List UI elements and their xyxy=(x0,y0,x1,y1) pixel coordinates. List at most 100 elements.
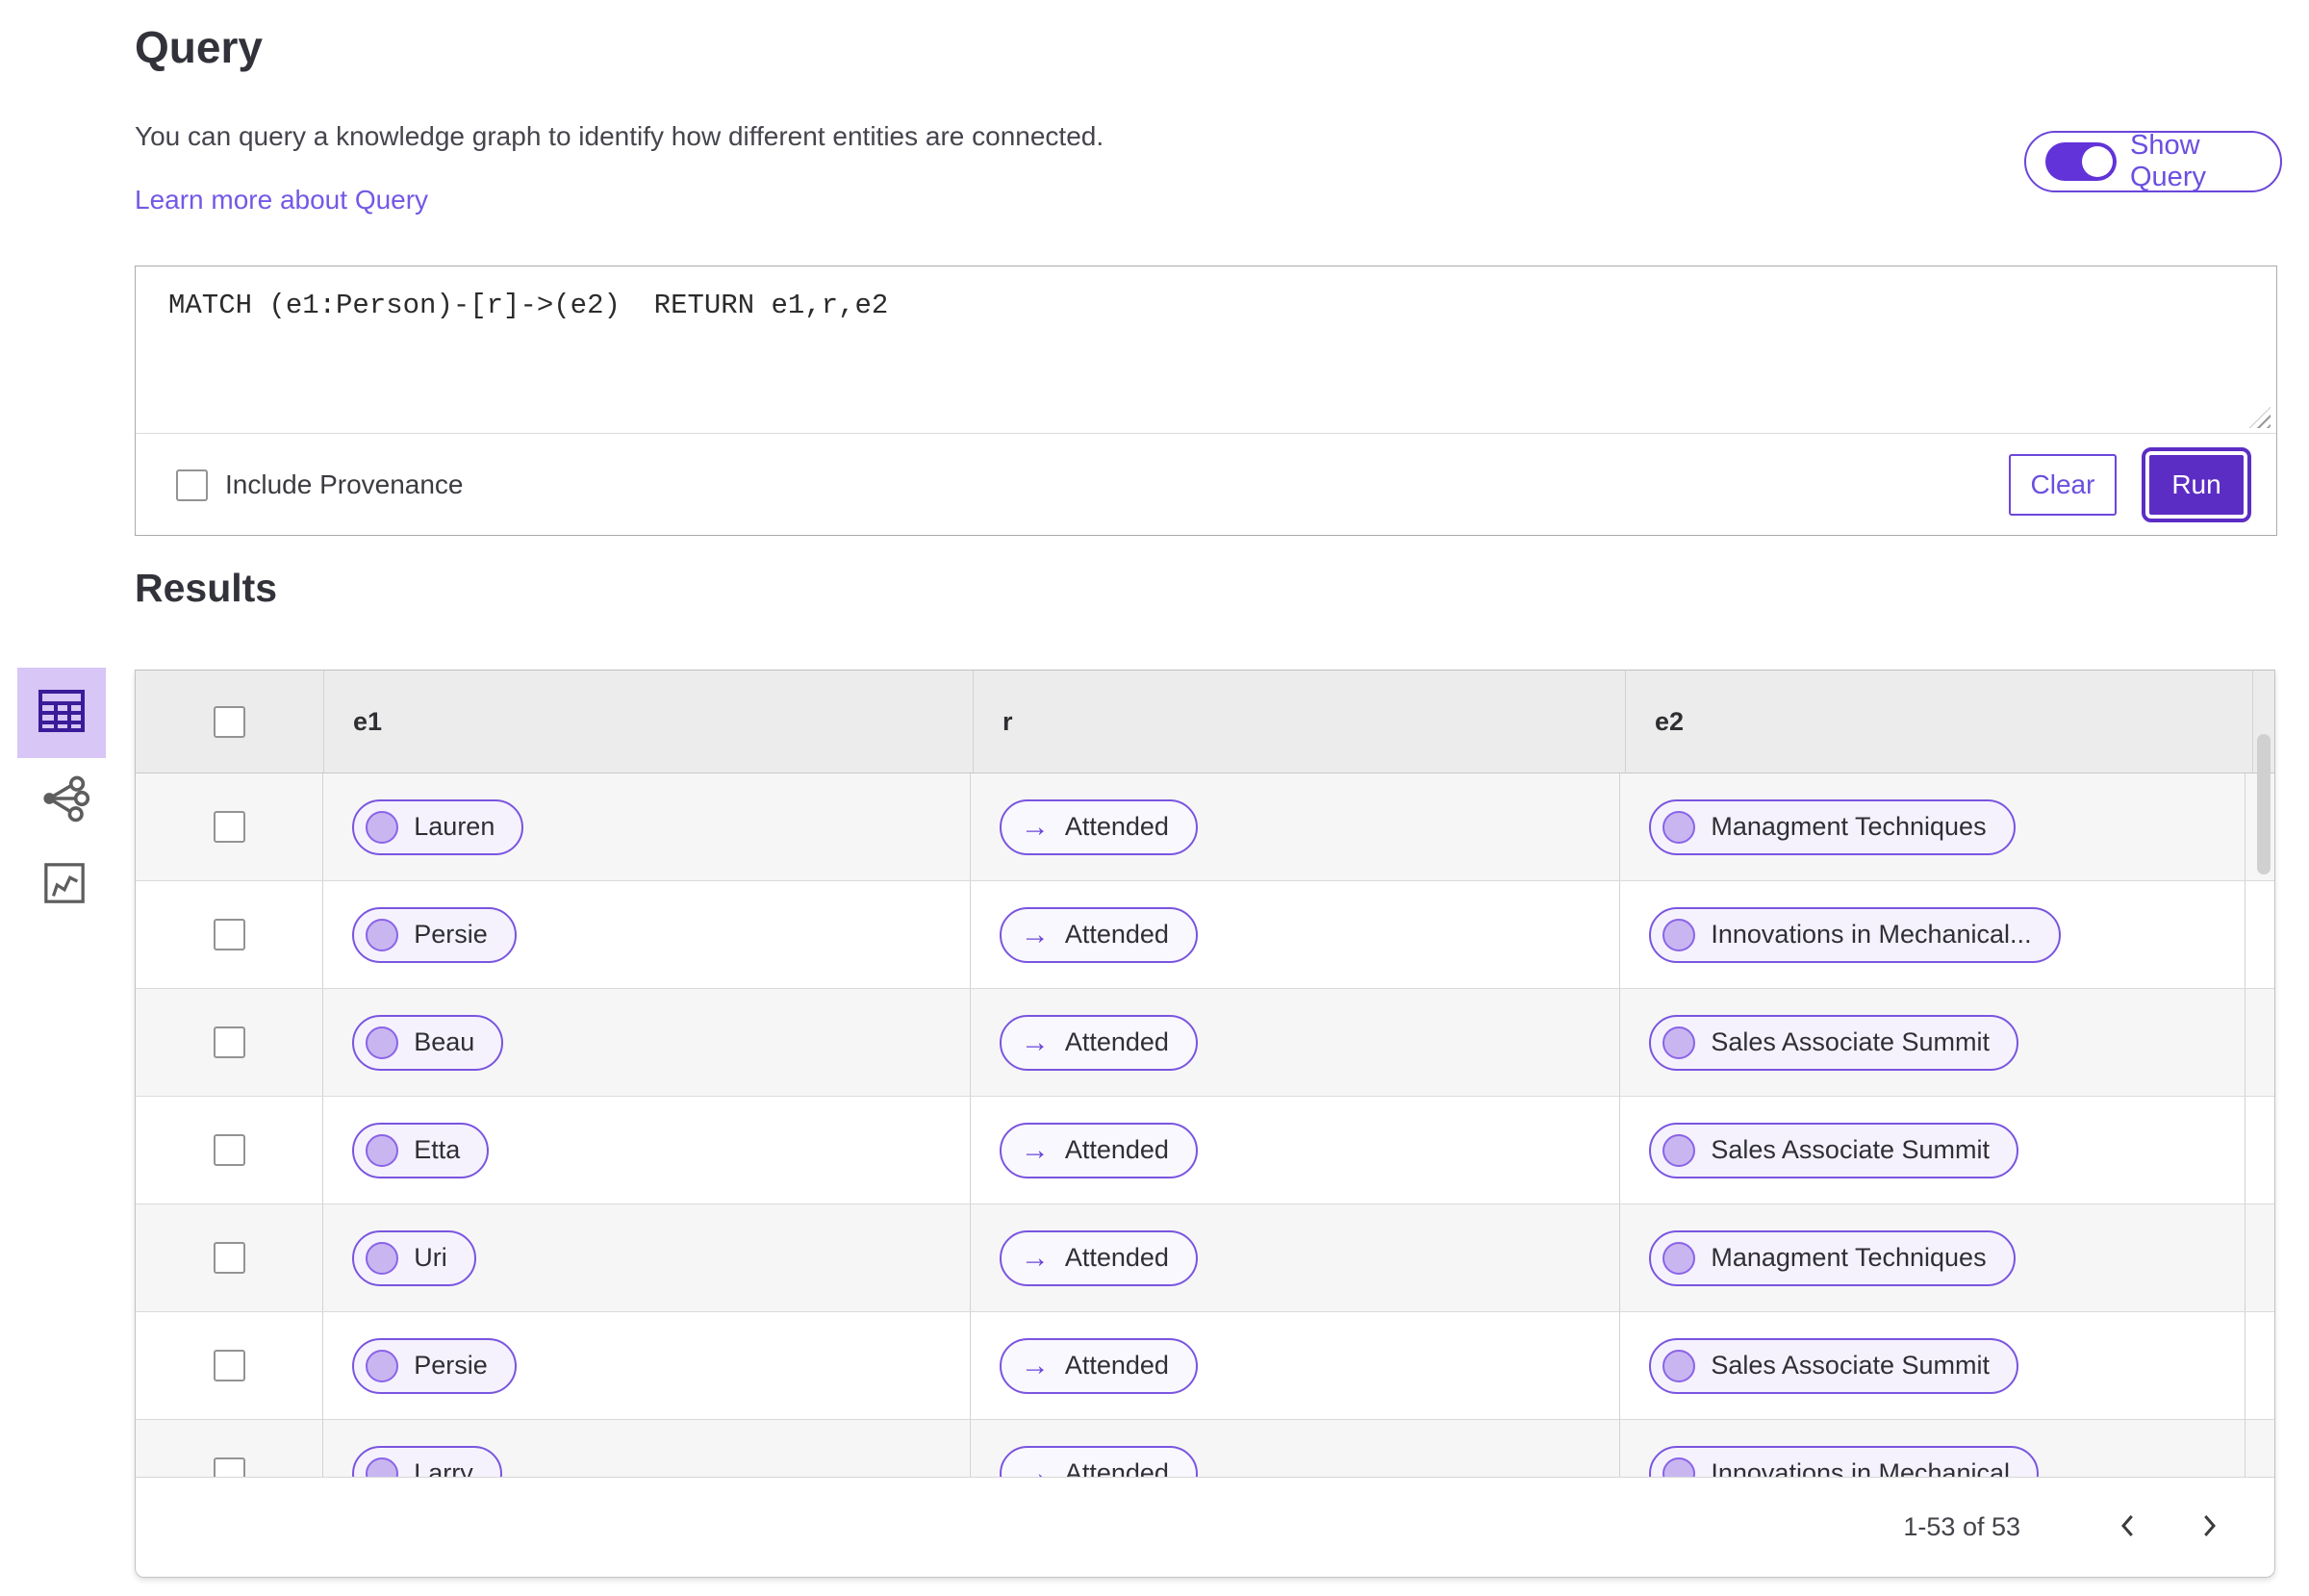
row-gutter xyxy=(2245,1312,2274,1419)
arrow-right-icon: → xyxy=(1020,1026,1050,1058)
table-row: Persie → Attended Sales Associate Summit xyxy=(136,1312,2274,1420)
entity-label: Managment Techniques xyxy=(1711,812,1987,841)
table-icon xyxy=(38,689,86,738)
relation-label: Attended xyxy=(1064,812,1169,841)
relation-label: Attended xyxy=(1064,1135,1169,1164)
row-gutter xyxy=(2245,989,2274,1096)
entity-label: Sales Associate Summit xyxy=(1711,1351,1990,1380)
entity-node-icon xyxy=(366,1026,399,1059)
select-all-checkbox[interactable] xyxy=(214,705,245,738)
chart-view-button[interactable] xyxy=(40,860,89,908)
relation-label: Attended xyxy=(1064,920,1169,949)
relation-pill[interactable]: → Attended xyxy=(999,1229,1198,1286)
toggle-switch-icon[interactable] xyxy=(2045,142,2117,181)
arrow-right-icon: → xyxy=(1020,1241,1050,1274)
clear-button[interactable]: Clear xyxy=(2009,454,2117,516)
entity-pill-e1[interactable]: Persie xyxy=(352,1337,517,1394)
row-gutter xyxy=(2245,881,2274,988)
entity-pill-e1[interactable]: Uri xyxy=(352,1229,476,1286)
table-view-button[interactable] xyxy=(17,668,106,758)
entity-pill-e2[interactable]: Sales Associate Summit xyxy=(1649,1122,2018,1178)
table-header: e1 r e2 xyxy=(136,671,2274,773)
arrow-right-icon: → xyxy=(1020,1349,1050,1381)
table-row: Beau → Attended Sales Associate Summit xyxy=(136,989,2274,1097)
relation-label: Attended xyxy=(1064,1243,1169,1272)
row-checkbox[interactable] xyxy=(213,1134,245,1166)
show-query-toggle[interactable]: Show Query xyxy=(2024,130,2282,192)
row-gutter xyxy=(2245,1097,2274,1203)
chevron-left-icon xyxy=(2114,1511,2143,1543)
toggle-knob xyxy=(2082,146,2113,177)
results-title: Results xyxy=(135,566,278,610)
relation-pill[interactable]: → Attended xyxy=(999,1014,1198,1071)
entity-label: Managment Techniques xyxy=(1711,1243,1987,1272)
entity-node-icon xyxy=(1662,918,1696,951)
page-title: Query xyxy=(135,22,263,72)
entity-pill-e2[interactable]: Managment Techniques xyxy=(1649,1229,2016,1286)
relation-pill[interactable]: → Attended xyxy=(999,1337,1198,1394)
pagination-range: 1-53 of 53 xyxy=(1903,1512,2020,1541)
table-row: Persie → Attended Innovations in Mechani… xyxy=(136,881,2274,989)
entity-node-icon xyxy=(1662,1133,1696,1167)
include-provenance-checkbox[interactable] xyxy=(176,469,208,501)
graph-view-button[interactable] xyxy=(37,772,92,827)
run-button[interactable]: Run xyxy=(2142,447,2251,522)
row-checkbox[interactable] xyxy=(213,1242,245,1274)
entity-pill-e1[interactable]: Beau xyxy=(352,1014,504,1071)
query-panel: MATCH (e1:Person)-[r]->(e2) RETURN e1,r,… xyxy=(135,266,2277,536)
entity-pill-e2[interactable]: Sales Associate Summit xyxy=(1649,1014,2018,1071)
row-checkbox[interactable] xyxy=(213,1350,245,1381)
row-checkbox[interactable] xyxy=(213,919,245,950)
entity-label: Persie xyxy=(414,1351,488,1380)
table-row: Uri → Attended Managment Techniques xyxy=(136,1204,2274,1312)
query-editor[interactable]: MATCH (e1:Person)-[r]->(e2) RETURN e1,r,… xyxy=(136,266,2276,434)
entity-node-icon xyxy=(366,810,399,844)
relation-label: Attended xyxy=(1064,1351,1169,1380)
table-scrollbar-thumb[interactable] xyxy=(2257,734,2271,874)
entity-label: Uri xyxy=(414,1243,447,1272)
entity-pill-e2[interactable]: Managment Techniques xyxy=(1649,798,2016,855)
row-checkbox[interactable] xyxy=(213,811,245,843)
next-page-button[interactable] xyxy=(2188,1507,2230,1549)
entity-pill-e2[interactable]: Sales Associate Summit xyxy=(1649,1337,2018,1394)
arrow-right-icon: → xyxy=(1020,810,1050,843)
entity-pill-e1[interactable]: Lauren xyxy=(352,798,524,855)
include-provenance-label: Include Provenance xyxy=(225,469,464,499)
chart-icon xyxy=(42,861,87,908)
entity-node-icon xyxy=(366,1349,399,1382)
relation-label: Attended xyxy=(1064,1027,1169,1056)
entity-label: Sales Associate Summit xyxy=(1711,1027,1990,1056)
show-query-label: Show Query xyxy=(2130,130,2206,192)
previous-page-button[interactable] xyxy=(2107,1507,2149,1549)
entity-node-icon xyxy=(1662,1026,1696,1059)
query-description: You can query a knowledge graph to ident… xyxy=(135,121,1104,151)
table-body: Lauren → Attended Managment Techniques P… xyxy=(136,773,2274,1528)
relation-pill[interactable]: → Attended xyxy=(999,798,1198,855)
table-footer: 1-53 of 53 xyxy=(136,1477,2274,1577)
relation-pill[interactable]: → Attended xyxy=(999,1122,1198,1178)
entity-pill-e1[interactable]: Persie xyxy=(352,906,517,963)
learn-more-link[interactable]: Learn more about Query xyxy=(135,185,428,215)
column-header-r: r xyxy=(973,671,1625,773)
entity-label: Persie xyxy=(414,920,488,949)
graph-icon xyxy=(38,773,90,827)
column-header-e1: e1 xyxy=(323,671,973,773)
row-gutter xyxy=(2245,1204,2274,1311)
entity-pill-e1[interactable]: Etta xyxy=(352,1122,490,1178)
entity-node-icon xyxy=(1662,1241,1696,1275)
entity-node-icon xyxy=(1662,1349,1696,1382)
entity-node-icon xyxy=(366,918,399,951)
entity-label: Etta xyxy=(414,1135,461,1164)
entity-label: Beau xyxy=(414,1027,475,1056)
column-header-e2: e2 xyxy=(1625,671,2252,773)
query-panel-footer: Include Provenance Clear Run xyxy=(136,434,2276,536)
arrow-right-icon: → xyxy=(1020,918,1050,950)
entity-node-icon xyxy=(366,1133,399,1167)
query-page: Query You can query a knowledge graph to… xyxy=(0,0,2309,1596)
table-row: Lauren → Attended Managment Techniques xyxy=(136,773,2274,881)
results-table: e1 r e2 Lauren → Attended Managment Tech… xyxy=(135,670,2275,1578)
row-checkbox[interactable] xyxy=(213,1026,245,1058)
entity-label: Sales Associate Summit xyxy=(1711,1135,1990,1164)
entity-pill-e2[interactable]: Innovations in Mechanical... xyxy=(1649,906,2061,963)
relation-pill[interactable]: → Attended xyxy=(999,906,1198,963)
